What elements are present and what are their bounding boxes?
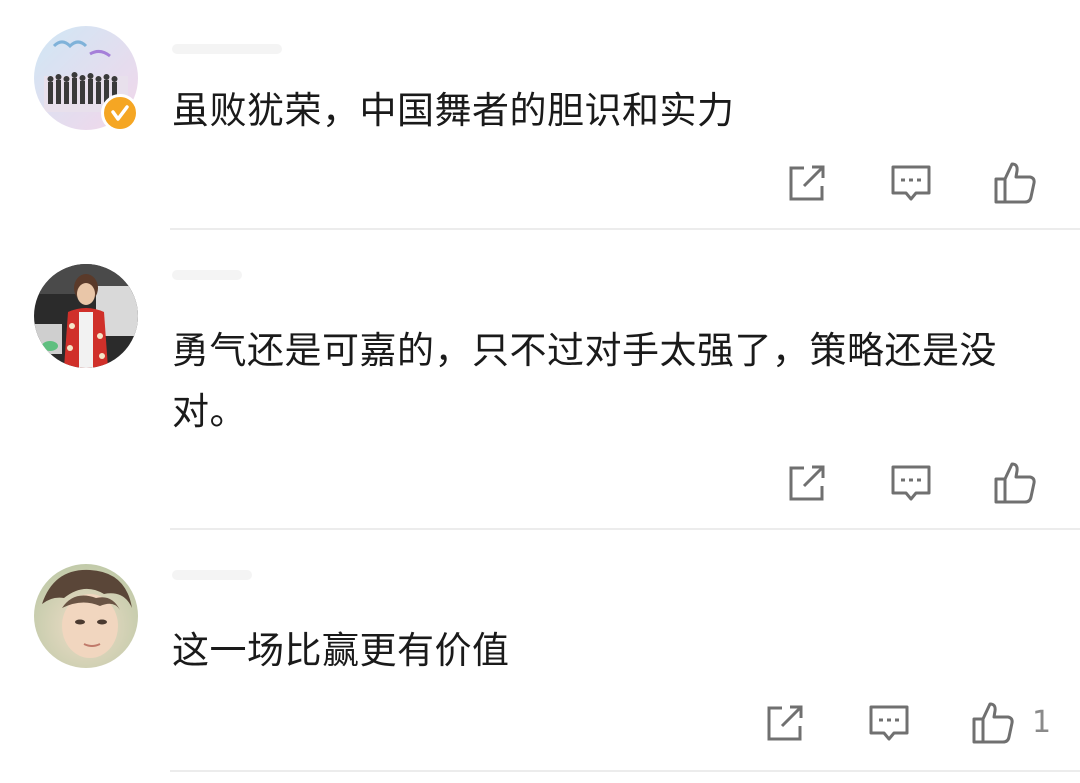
comment-list: 虽败犹荣，中国舞者的胆识和实力 勇气还是可嘉的，只不过对手太强了，策略还是没对。…	[0, 0, 1080, 783]
comment-button[interactable]	[866, 700, 912, 746]
share-button[interactable]	[762, 700, 808, 746]
like-button[interactable]	[970, 700, 1016, 746]
portrait-photo-avatar	[34, 564, 138, 668]
comment-item: 这一场比赢更有价值 1	[0, 0, 1080, 783]
comment-text: 这一场比赢更有价值	[172, 629, 510, 672]
divider	[170, 770, 1080, 772]
user-avatar[interactable]	[34, 564, 138, 668]
username-placeholder	[172, 570, 252, 580]
like-icon	[972, 702, 1014, 744]
share-icon	[767, 705, 803, 741]
comment-icon	[869, 705, 909, 741]
like-count: 1	[1032, 705, 1052, 740]
